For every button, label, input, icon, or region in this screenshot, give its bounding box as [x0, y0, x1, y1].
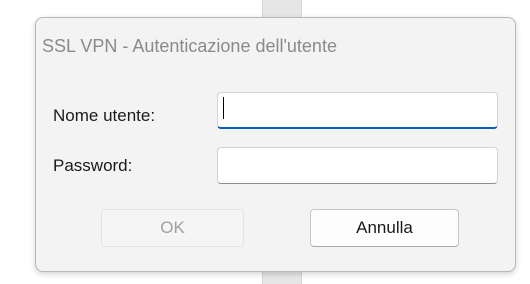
ok-button[interactable]: OK — [101, 209, 244, 247]
dialog-title: SSL VPN - Autenticazione dell'utente — [42, 36, 337, 56]
text-caret — [223, 97, 224, 119]
password-input[interactable] — [217, 147, 498, 184]
cancel-button[interactable]: Annulla — [310, 209, 459, 247]
password-label: Password: — [53, 156, 133, 175]
username-label: Nome utente: — [53, 106, 156, 125]
vpn-auth-dialog: SSL VPN - Autenticazione dell'utente Nom… — [35, 17, 516, 272]
username-input[interactable] — [217, 92, 498, 129]
